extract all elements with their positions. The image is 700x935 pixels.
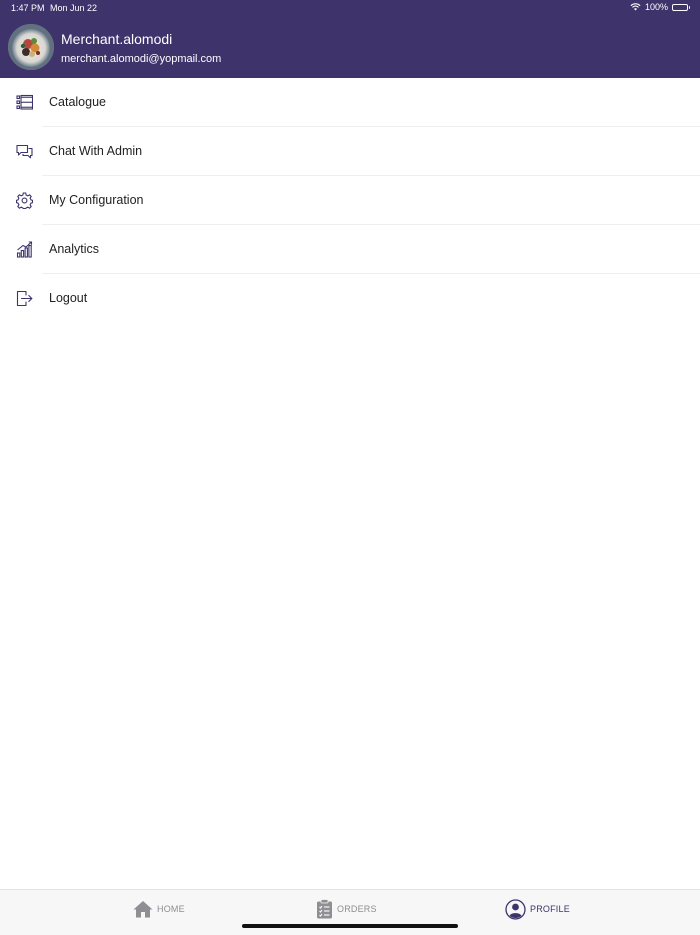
gear-icon [16,192,33,209]
battery-icon [672,3,690,11]
clipboard-icon [317,899,332,919]
analytics-icon [16,241,33,258]
profile-header: 1:47 PM Mon Jun 22 100% Merchant.alomodi… [0,0,700,78]
status-date: Mon Jun 22 [50,3,98,13]
tab-label: HOME [157,904,185,914]
menu-item-catalogue[interactable]: Catalogue [0,78,700,127]
menu-item-label: Analytics [49,242,100,256]
menu-item-logout[interactable]: Logout [0,274,700,323]
tab-profile[interactable]: PROFILE [505,898,570,920]
status-indicators: 100% [630,2,690,12]
home-indicator [242,924,458,928]
list-icon [16,94,33,110]
menu-item-my-configuration[interactable]: My Configuration [0,176,700,225]
menu-item-label: Catalogue [49,95,106,109]
status-time: 1:47 PM [11,3,45,13]
menu-item-label: Logout [49,291,88,305]
menu-item-chat-with-admin[interactable]: Chat With Admin [0,127,700,176]
wifi-icon [630,3,641,11]
status-bar: 1:47 PM Mon Jun 22 100% [0,0,700,16]
profile-icon [505,898,526,920]
chat-icon [16,144,33,159]
menu-item-label: Chat With Admin [49,144,143,158]
menu-item-label: My Configuration [49,193,144,207]
profile-menu: Catalogue Chat With Admin My Configurati… [0,78,700,323]
user-email: merchant.alomodi@yopmail.com [61,53,222,65]
user-name: Merchant.alomodi [61,31,173,47]
tab-orders[interactable]: ORDERS [316,898,377,920]
tab-home[interactable]: HOME [133,898,185,920]
avatar-image [8,24,54,70]
home-icon [133,901,153,918]
battery-percent: 100% [644,2,668,12]
tab-bar: HOME ORDERS PROFILE [0,889,700,935]
tab-label: PROFILE [530,904,570,914]
logout-icon [16,290,33,307]
tab-label: ORDERS [337,904,377,914]
avatar[interactable] [8,24,54,70]
menu-item-analytics[interactable]: Analytics [0,225,700,274]
